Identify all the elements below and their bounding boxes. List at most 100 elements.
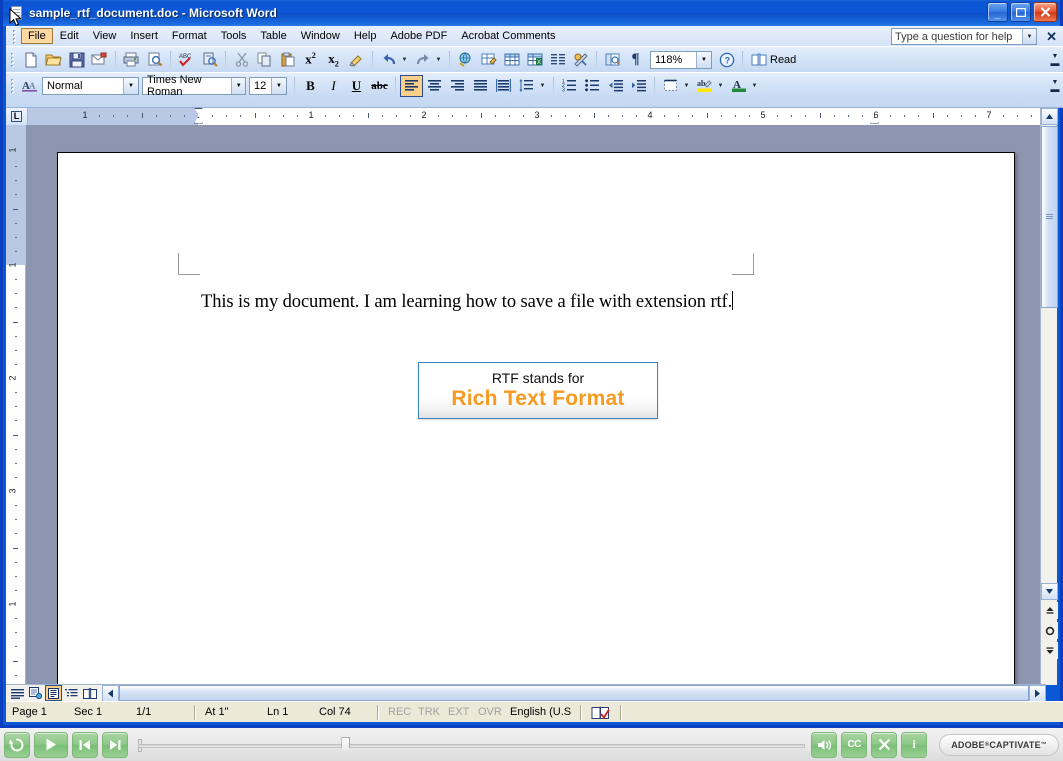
numbered-list-icon[interactable]: 123 <box>558 75 581 97</box>
new-document-icon[interactable] <box>19 49 42 71</box>
font-size-combo[interactable]: 12 ▼ <box>249 76 287 95</box>
show-formatting-marks-icon[interactable]: ¶ <box>624 49 647 71</box>
status-ovr[interactable]: OVR <box>472 706 504 718</box>
menu-table[interactable]: Table <box>253 28 293 44</box>
increase-indent-icon[interactable] <box>627 75 650 97</box>
italic-button[interactable]: I <box>322 75 345 97</box>
font-name-combo[interactable]: Times New Roman ▼ <box>142 74 246 98</box>
chevron-down-icon[interactable]: ▼ <box>696 51 711 68</box>
open-folder-icon[interactable] <box>42 49 65 71</box>
status-trk[interactable]: TRK <box>412 706 442 718</box>
formatting-toolbar-options[interactable]: ▼ ▬ <box>1049 76 1061 95</box>
highlight-dropdown[interactable]: ▼ <box>716 75 727 97</box>
seek-handle[interactable] <box>341 736 351 753</box>
formatting-toolbar-grip[interactable] <box>10 78 14 93</box>
undo-dropdown[interactable]: ▼ <box>400 49 411 71</box>
line-spacing-icon[interactable] <box>515 75 538 97</box>
menu-acrobat-comments[interactable]: Acrobat Comments <box>454 28 562 44</box>
font-color-icon[interactable]: A <box>727 75 750 97</box>
vertical-scrollbar[interactable] <box>1040 108 1058 685</box>
rtf-callout-box[interactable]: RTF stands for Rich Text Format <box>418 362 658 419</box>
align-justify-icon[interactable] <box>469 75 492 97</box>
columns-icon[interactable] <box>546 49 569 71</box>
underline-button[interactable]: U <box>345 75 368 97</box>
reading-layout-icon[interactable] <box>81 685 98 701</box>
tables-and-borders-icon[interactable] <box>477 49 500 71</box>
info-button[interactable]: i <box>901 731 928 758</box>
standard-toolbar-grip[interactable] <box>10 52 14 67</box>
document-page[interactable]: This is my document. I am learning how t… <box>57 152 1015 685</box>
menu-view[interactable]: View <box>86 28 124 44</box>
chevron-down-icon[interactable]: ▼ <box>123 77 138 94</box>
style-combo[interactable]: Normal ▼ <box>42 76 139 95</box>
next-slide-button[interactable] <box>102 731 128 758</box>
seek-track[interactable] <box>138 743 806 748</box>
rewind-button[interactable] <box>4 731 30 758</box>
close-document-button[interactable]: ✕ <box>1046 29 1057 45</box>
chevron-down-icon[interactable]: ▼ <box>231 77 245 94</box>
document-map-icon[interactable] <box>601 49 624 71</box>
scroll-right-button[interactable] <box>1029 684 1046 702</box>
paste-clipboard-icon[interactable] <box>276 49 299 71</box>
volume-button[interactable] <box>811 731 838 758</box>
adobe-captivate-logo[interactable]: ADOBE ® CAPTIVATE ™ <box>939 733 1059 756</box>
outline-view-icon[interactable] <box>63 685 80 701</box>
minimize-button[interactable]: _ <box>987 2 1008 22</box>
bulleted-list-icon[interactable] <box>581 75 604 97</box>
horizontal-scroll-track[interactable] <box>119 684 1029 702</box>
playback-seek-bar[interactable] <box>138 732 806 758</box>
previous-slide-button[interactable] <box>72 731 98 758</box>
read-button[interactable]: Read <box>747 51 800 68</box>
scroll-up-button[interactable] <box>1041 108 1058 125</box>
vertical-ruler[interactable]: 1 2 3 1 1 <box>6 125 26 685</box>
zoom-combo[interactable]: 118% ▼ <box>650 50 712 69</box>
highlight-color-icon[interactable]: ab <box>693 75 716 97</box>
cut-scissors-icon[interactable] <box>230 49 253 71</box>
previous-page-button[interactable] <box>1041 602 1058 619</box>
outside-border-icon[interactable] <box>659 75 682 97</box>
chevron-down-icon[interactable]: ▼ <box>1022 29 1036 44</box>
align-left-icon[interactable] <box>400 74 423 97</box>
undo-icon[interactable] <box>377 49 400 71</box>
align-center-icon[interactable] <box>423 75 446 97</box>
exit-button[interactable] <box>871 731 898 758</box>
bold-button[interactable]: B <box>299 75 322 97</box>
superscript-icon[interactable]: x2 <box>299 49 322 71</box>
spelling-status-icon[interactable] <box>585 705 616 720</box>
menu-format[interactable]: Format <box>165 28 214 44</box>
insert-table-icon[interactable] <box>500 49 523 71</box>
closed-captions-button[interactable]: CC <box>841 731 868 758</box>
insert-excel-sheet-icon[interactable]: X <box>523 49 546 71</box>
research-icon[interactable] <box>198 49 221 71</box>
align-distributed-icon[interactable] <box>492 75 515 97</box>
maximize-button[interactable] <box>1010 2 1031 22</box>
menu-help[interactable]: Help <box>347 28 384 44</box>
document-canvas[interactable]: This is my document. I am learning how t… <box>26 125 1046 685</box>
play-button[interactable] <box>34 731 68 758</box>
copy-icon[interactable] <box>253 49 276 71</box>
menu-tools[interactable]: Tools <box>214 28 254 44</box>
redo-dropdown[interactable]: ▼ <box>434 49 445 71</box>
insert-hyperlink-icon[interactable] <box>454 49 477 71</box>
align-right-icon[interactable] <box>446 75 469 97</box>
redo-icon[interactable] <box>411 49 434 71</box>
status-rec[interactable]: REC <box>382 706 412 718</box>
menu-adobe-pdf[interactable]: Adobe PDF <box>383 28 454 44</box>
select-browse-object-button[interactable] <box>1041 622 1058 639</box>
line-spacing-dropdown[interactable]: ▼ <box>538 75 549 97</box>
menu-grip-handle[interactable] <box>12 28 16 44</box>
print-icon[interactable] <box>120 49 143 71</box>
horizontal-scrollbar-row[interactable] <box>6 684 1046 702</box>
styles-and-formatting-icon[interactable]: AA <box>19 75 42 97</box>
next-page-button[interactable] <box>1041 642 1058 659</box>
normal-view-icon[interactable] <box>9 685 26 701</box>
border-dropdown[interactable]: ▼ <box>682 75 693 97</box>
web-layout-icon[interactable] <box>27 685 44 701</box>
horizontal-ruler[interactable]: L 1 1 2 3 4 5 6 7 <box>6 107 1046 125</box>
decrease-indent-icon[interactable] <box>604 75 627 97</box>
font-color-dropdown[interactable]: ▼ <box>750 75 761 97</box>
drawing-icon[interactable] <box>569 49 592 71</box>
format-painter-icon[interactable] <box>345 49 368 71</box>
ruler-track[interactable]: 1 1 2 3 4 5 6 7 <box>28 107 1046 125</box>
spelling-check-icon[interactable]: ABC <box>175 49 198 71</box>
